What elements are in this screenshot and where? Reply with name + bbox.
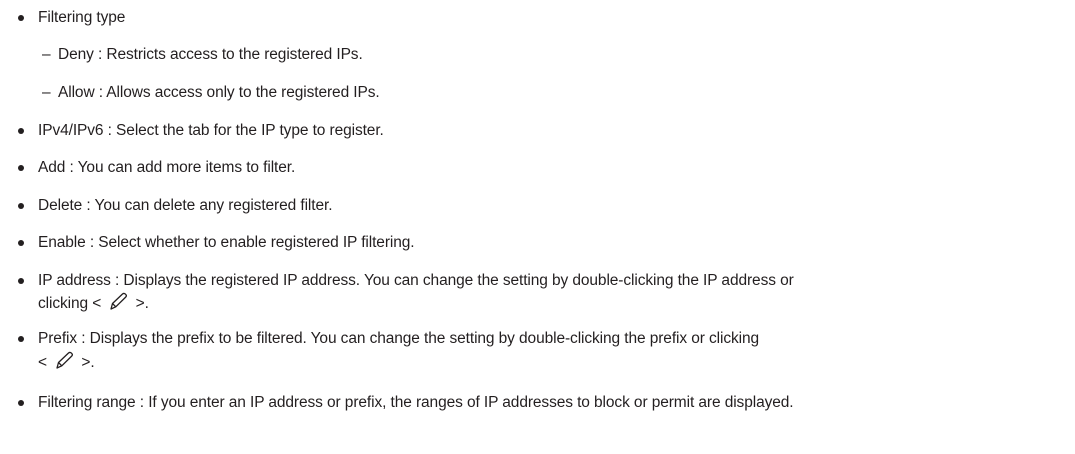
document-page: Filtering type – Deny : Restricts access… (0, 0, 1075, 454)
list-item-enable: Enable : Select whether to enable regist… (17, 233, 415, 253)
list-item-ipv4-ipv6: IPv4/IPv6 : Select the tab for the IP ty… (18, 121, 384, 141)
sub-item-allow: – Allow : Allows access only to the regi… (42, 83, 380, 103)
prefix-text-line1: Prefix : Displays the prefix to be filte… (38, 330, 760, 347)
ip-address-text-line1: IP address : Displays the registered IP … (38, 272, 794, 289)
list-item-filtering-type: Filtering type (17, 8, 126, 28)
list-item-delete: Delete : You can delete any registered f… (17, 196, 333, 216)
dash-marker: – (42, 84, 51, 101)
list-item-ip-address: IP address : Displays the registered IP … (18, 271, 794, 291)
filtering-range-text: Filtering range : If you enter an IP add… (38, 394, 794, 411)
prefix-continuation: < >. (38, 351, 95, 373)
sub-item-deny: – Deny : Restricts access to the registe… (42, 45, 363, 65)
prefix-text-line2-post: >. (81, 354, 95, 371)
dash-marker: – (42, 46, 51, 63)
filtering-type-text: Filtering type (38, 9, 126, 26)
list-item-prefix: Prefix : Displays the prefix to be filte… (17, 329, 760, 349)
pencil-icon (53, 351, 75, 371)
ipv4-ipv6-text: IPv4/IPv6 : Select the tab for the IP ty… (38, 122, 384, 139)
ip-address-continuation: clicking < >. (38, 292, 149, 314)
ip-address-text-line2-pre: clicking < (38, 295, 102, 312)
add-text: Add : You can add more items to filter. (38, 159, 296, 176)
ip-address-text-line2-post: >. (135, 295, 149, 312)
enable-text: Enable : Select whether to enable regist… (38, 234, 415, 251)
prefix-text-line2-pre: < (38, 354, 47, 371)
allow-text: Allow : Allows access only to the regist… (58, 84, 380, 101)
list-item-add: Add : You can add more items to filter. (17, 158, 296, 178)
list-item-filtering-range: Filtering range : If you enter an IP add… (18, 393, 794, 413)
deny-text: Deny : Restricts access to the registere… (58, 46, 363, 63)
delete-text: Delete : You can delete any registered f… (38, 197, 333, 214)
pencil-icon (107, 292, 129, 312)
